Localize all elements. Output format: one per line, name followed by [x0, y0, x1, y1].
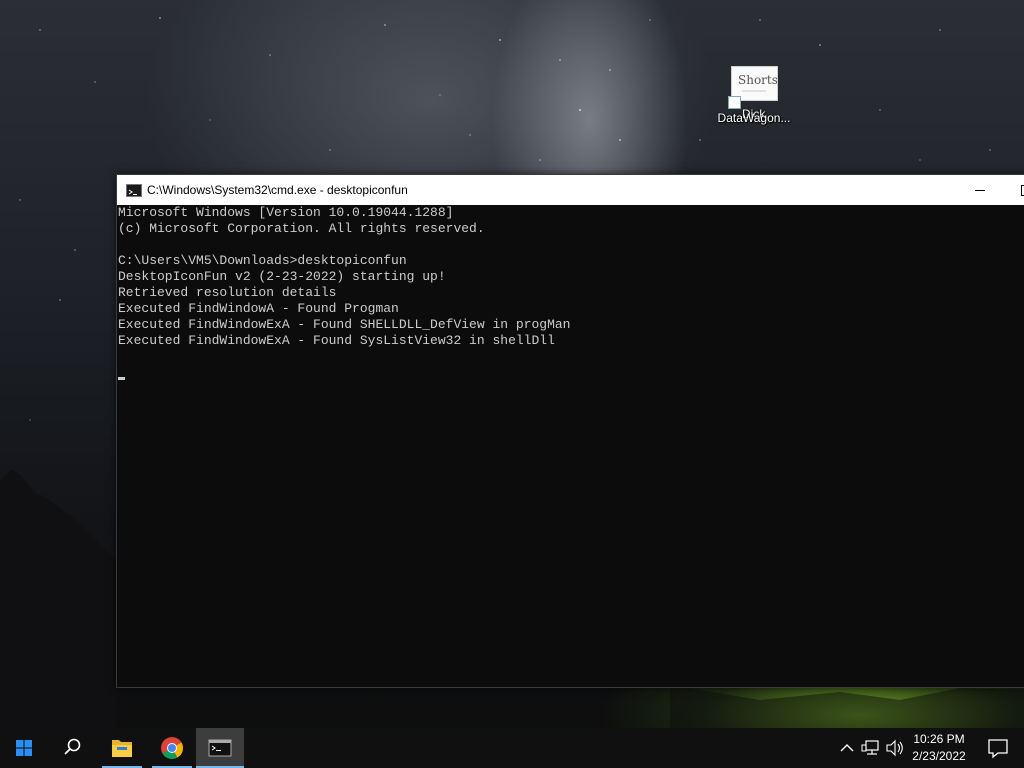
- desktop-icon-label: DataWagon...: [717, 111, 791, 125]
- clock-date: 2/23/2022: [912, 749, 966, 763]
- action-center-button[interactable]: [978, 728, 1018, 768]
- cmd-app-icon: [126, 184, 142, 197]
- network-button[interactable]: [860, 728, 882, 768]
- file-explorer-button[interactable]: [98, 728, 146, 768]
- chevron-up-icon: [840, 744, 854, 752]
- taskbar: 10:26 PM 2/23/2022: [0, 728, 1024, 768]
- terminal-icon: [208, 739, 232, 757]
- system-clock[interactable]: 10:26 PM 2/23/2022: [906, 731, 972, 765]
- chrome-icon: [161, 737, 183, 759]
- desktop: Shorts Dick DataWagon... C:\Windows\Syst…: [0, 0, 1024, 768]
- shortcut-arrow-icon: [728, 96, 741, 109]
- chrome-button[interactable]: [148, 728, 196, 768]
- folder-icon: [112, 740, 132, 757]
- search-icon: [64, 738, 81, 755]
- console-line: C:\Users\VM5\Downloads>desktopiconfun: [118, 253, 407, 268]
- minimize-button[interactable]: [957, 175, 1003, 205]
- console-line: Executed FindWindowExA - Found SHELLDLL_…: [118, 317, 571, 332]
- clock-time: 10:26 PM: [913, 732, 965, 746]
- volume-icon: [886, 739, 903, 757]
- console-line: Retrieved resolution details: [118, 285, 337, 300]
- text-cursor: [118, 377, 125, 380]
- show-hidden-icons-button[interactable]: [836, 728, 858, 768]
- console-line: Microsoft Windows [Version 10.0.19044.12…: [118, 205, 454, 220]
- volume-button[interactable]: [884, 728, 906, 768]
- network-icon: [861, 740, 879, 755]
- cmd-window[interactable]: C:\Windows\System32\cmd.exe - desktopico…: [116, 174, 1024, 688]
- cmd-taskbar-button[interactable]: [196, 728, 244, 768]
- console-output[interactable]: Microsoft Windows [Version 10.0.19044.12…: [118, 205, 1018, 685]
- console-line: Executed FindWindowExA - Found SysListVi…: [118, 333, 555, 348]
- console-line: Executed FindWindowA - Found Progman: [118, 301, 399, 316]
- console-line: (c) Microsoft Corporation. All rights re…: [118, 221, 485, 236]
- windows-logo-icon: [16, 740, 32, 756]
- window-title: C:\Windows\System32\cmd.exe - desktopico…: [147, 183, 408, 197]
- desktop-shortcut-icon[interactable]: Shorts Dick DataWagon...: [712, 66, 796, 130]
- minimize-icon: [975, 190, 985, 191]
- search-button[interactable]: [48, 728, 96, 768]
- maximize-button[interactable]: [1003, 175, 1024, 205]
- console-line: DesktopIconFun v2 (2-23-2022) starting u…: [118, 269, 446, 284]
- svg-text:Shorts: Shorts: [738, 73, 777, 87]
- console-cursor-line: [118, 365, 1018, 381]
- notification-icon: [988, 739, 1008, 759]
- window-titlebar[interactable]: C:\Windows\System32\cmd.exe - desktopico…: [117, 175, 1024, 205]
- start-button[interactable]: [0, 728, 48, 768]
